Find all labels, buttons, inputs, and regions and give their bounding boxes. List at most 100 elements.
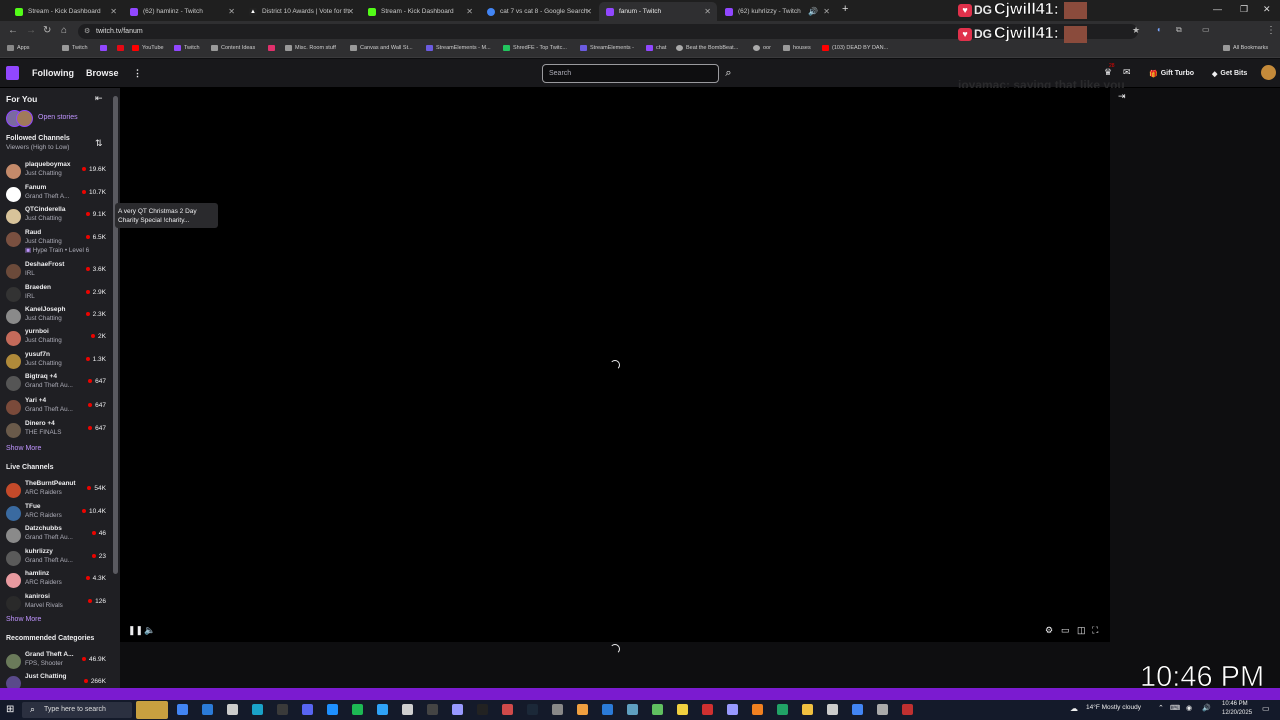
nav-following[interactable]: Following [32,68,74,78]
notification-icon[interactable]: ▭ [1262,704,1270,713]
close-icon[interactable]: ✕ [704,7,711,16]
skype-icon[interactable] [327,704,338,715]
browser-tab[interactable]: Stream - Kick Dashboard ✕ [361,2,479,21]
folder-icon[interactable] [802,704,813,715]
bookmark-youtube[interactable]: YouTube [132,45,164,51]
show-more-followed[interactable]: Show More [6,445,41,452]
bookmark-houses[interactable]: houses [783,45,811,51]
sidebar-scrollbar[interactable] [113,96,118,574]
edge-beta-icon[interactable] [252,704,263,715]
recommended-category[interactable]: Just Chatting 266K [0,673,112,688]
google-icon[interactable] [852,704,863,715]
show-more-live[interactable]: Show More [6,616,41,623]
steam-icon[interactable] [527,704,538,715]
close-icon[interactable]: ✕ [347,7,354,16]
site-info-icon[interactable]: ⚙ [84,24,90,39]
browser-tab[interactable]: (62) kuhrlizzy - Twitch 🔊 ✕ [718,2,836,21]
extension-icon[interactable]: ◐ [1157,25,1162,34]
bookmark-streamelements[interactable]: StreamElements - M... [426,45,491,51]
windows-start-icon[interactable]: ⊞ [6,704,14,715]
bookmark-twitch-icon[interactable] [100,45,110,51]
chrome-icon[interactable] [177,704,188,715]
minimize-icon[interactable]: — [1213,4,1222,14]
volume-icon[interactable]: 🔈 [144,625,155,636]
close-icon[interactable]: ✕ [228,7,235,16]
discord-icon[interactable] [302,704,313,715]
whispers-icon[interactable]: ✉ [1123,67,1131,78]
bookmark-dead-by-daylight[interactable]: (103) DEAD BY DAN... [822,45,888,51]
sort-icon[interactable]: ⇅ [95,138,103,149]
photos-icon[interactable] [577,704,588,715]
search-input[interactable]: Search [542,64,719,83]
bookmark-content-ideas[interactable]: Content Ideas [211,45,255,51]
live-channel[interactable]: Datzchubbs Grand Theft Au... 46 [0,525,112,547]
live-channel[interactable]: TheBurntPeanut ARC Raiders 54K [0,480,112,502]
expand-chat-icon[interactable]: ⇥ [1118,91,1126,102]
nav-browse[interactable]: Browse [86,68,119,78]
browser-tab[interactable]: cat 7 vs cat 8 - Google Search ✕ [480,2,598,21]
followed-channel[interactable]: yusuf7n Just Chatting 1.3K [0,351,112,373]
followed-channel[interactable]: Yari +4 Grand Theft Au... 647 [0,397,112,419]
browser-tab-active[interactable]: fanum - Twitch ✕ [599,2,717,21]
flag-icon[interactable] [652,704,663,715]
vlc-icon[interactable] [752,704,763,715]
followed-channel[interactable]: DeshaeFrost IRL 3.6K [0,261,112,283]
files-icon[interactable] [402,704,413,715]
reload-icon[interactable]: ↻ [43,25,51,36]
tray-chevron-icon[interactable]: ⌃ [1158,704,1164,712]
get-bits-button[interactable]: ◆ Get Bits [1212,66,1247,81]
restore-icon[interactable]: ❐ [1240,4,1248,15]
spotify-icon[interactable] [352,704,363,715]
settings-icon[interactable]: ⚙ [1045,625,1053,636]
search-icon[interactable]: ⌕ [720,64,737,83]
followed-channel[interactable]: plaqueboymax Just Chatting 19.6K [0,161,112,183]
browser-tab[interactable]: (62) hamlinz - Twitch ✕ [123,2,241,21]
video-player[interactable]: ❚❚ 🔈 ⚙ ▭ ◫ ⛶ [120,88,1110,642]
collapse-sidebar-icon[interactable]: ⇤ [95,93,103,104]
speaker-icon[interactable]: 🔊 [808,7,818,16]
taskbar-date[interactable]: 12/20/2025 [1222,710,1252,716]
followed-channel[interactable]: Fanum Grand Theft A... 10.7K [0,184,112,206]
sidepanel-icon[interactable]: ▭ [1202,25,1210,34]
excel-icon[interactable] [777,704,788,715]
followed-channel[interactable]: Bigtraq +4 Grand Theft Au... 647 [0,373,112,395]
speaker-icon[interactable]: 🔊 [1202,704,1211,712]
weather-widget-image[interactable] [136,701,168,719]
close-icon[interactable]: ✕ [110,7,117,16]
extensions-icon[interactable]: ⧉ [1176,25,1182,35]
app-icon[interactable] [677,704,688,715]
browser-tab[interactable]: ▲ District 10 Awards | Vote for th ✕ [242,2,360,21]
download-icon[interactable] [702,704,713,715]
more-options-icon[interactable]: ⋮ [133,68,142,79]
capcut-icon[interactable] [477,704,488,715]
settings-icon[interactable] [552,704,563,715]
bookmark-twitch[interactable]: Twitch [62,45,88,51]
bookmark-twitch-2[interactable]: Twitch [174,45,200,51]
edge-icon[interactable] [202,704,213,715]
bookmark-beat-the-bomb[interactable]: Beat the BombBeat... [676,45,738,51]
twitch-logo-icon[interactable] [6,66,19,80]
recommended-category[interactable]: Grand Theft A... FPS, Shooter 46.9K [0,651,112,673]
open-stories-link[interactable]: Open stories [38,114,78,121]
stories-avatars[interactable] [6,110,36,127]
photoshop-icon[interactable] [377,704,388,715]
bookmark-oor[interactable]: oor [753,45,771,51]
menu-icon[interactable]: ⋮ [1266,25,1276,36]
app-icon[interactable] [877,704,888,715]
vpn-icon[interactable] [627,704,638,715]
xbox-icon[interactable] [277,704,288,715]
back-icon[interactable]: ← [8,25,18,36]
obs-icon[interactable] [427,704,438,715]
bookmark-shredfe[interactable]: ShredFE - Top Twitc... [503,45,567,51]
close-icon[interactable]: ✕ [585,7,592,16]
wifi-icon[interactable]: ◉ [1186,704,1192,712]
bookmark-instagram[interactable] [268,45,278,51]
taskbar-search-input[interactable]: Type here to search [22,702,132,718]
picture-in-picture-icon[interactable]: ◫ [1077,625,1086,636]
theatre-mode-icon[interactable]: ▭ [1061,625,1070,636]
network-icon[interactable]: ⌨ [1170,704,1180,712]
new-tab-button[interactable]: + [842,3,848,15]
all-bookmarks[interactable]: All Bookmarks [1223,45,1268,51]
snipping-icon[interactable] [502,704,513,715]
live-channel[interactable]: kuhrlizzy Grand Theft Au... 23 [0,548,112,570]
